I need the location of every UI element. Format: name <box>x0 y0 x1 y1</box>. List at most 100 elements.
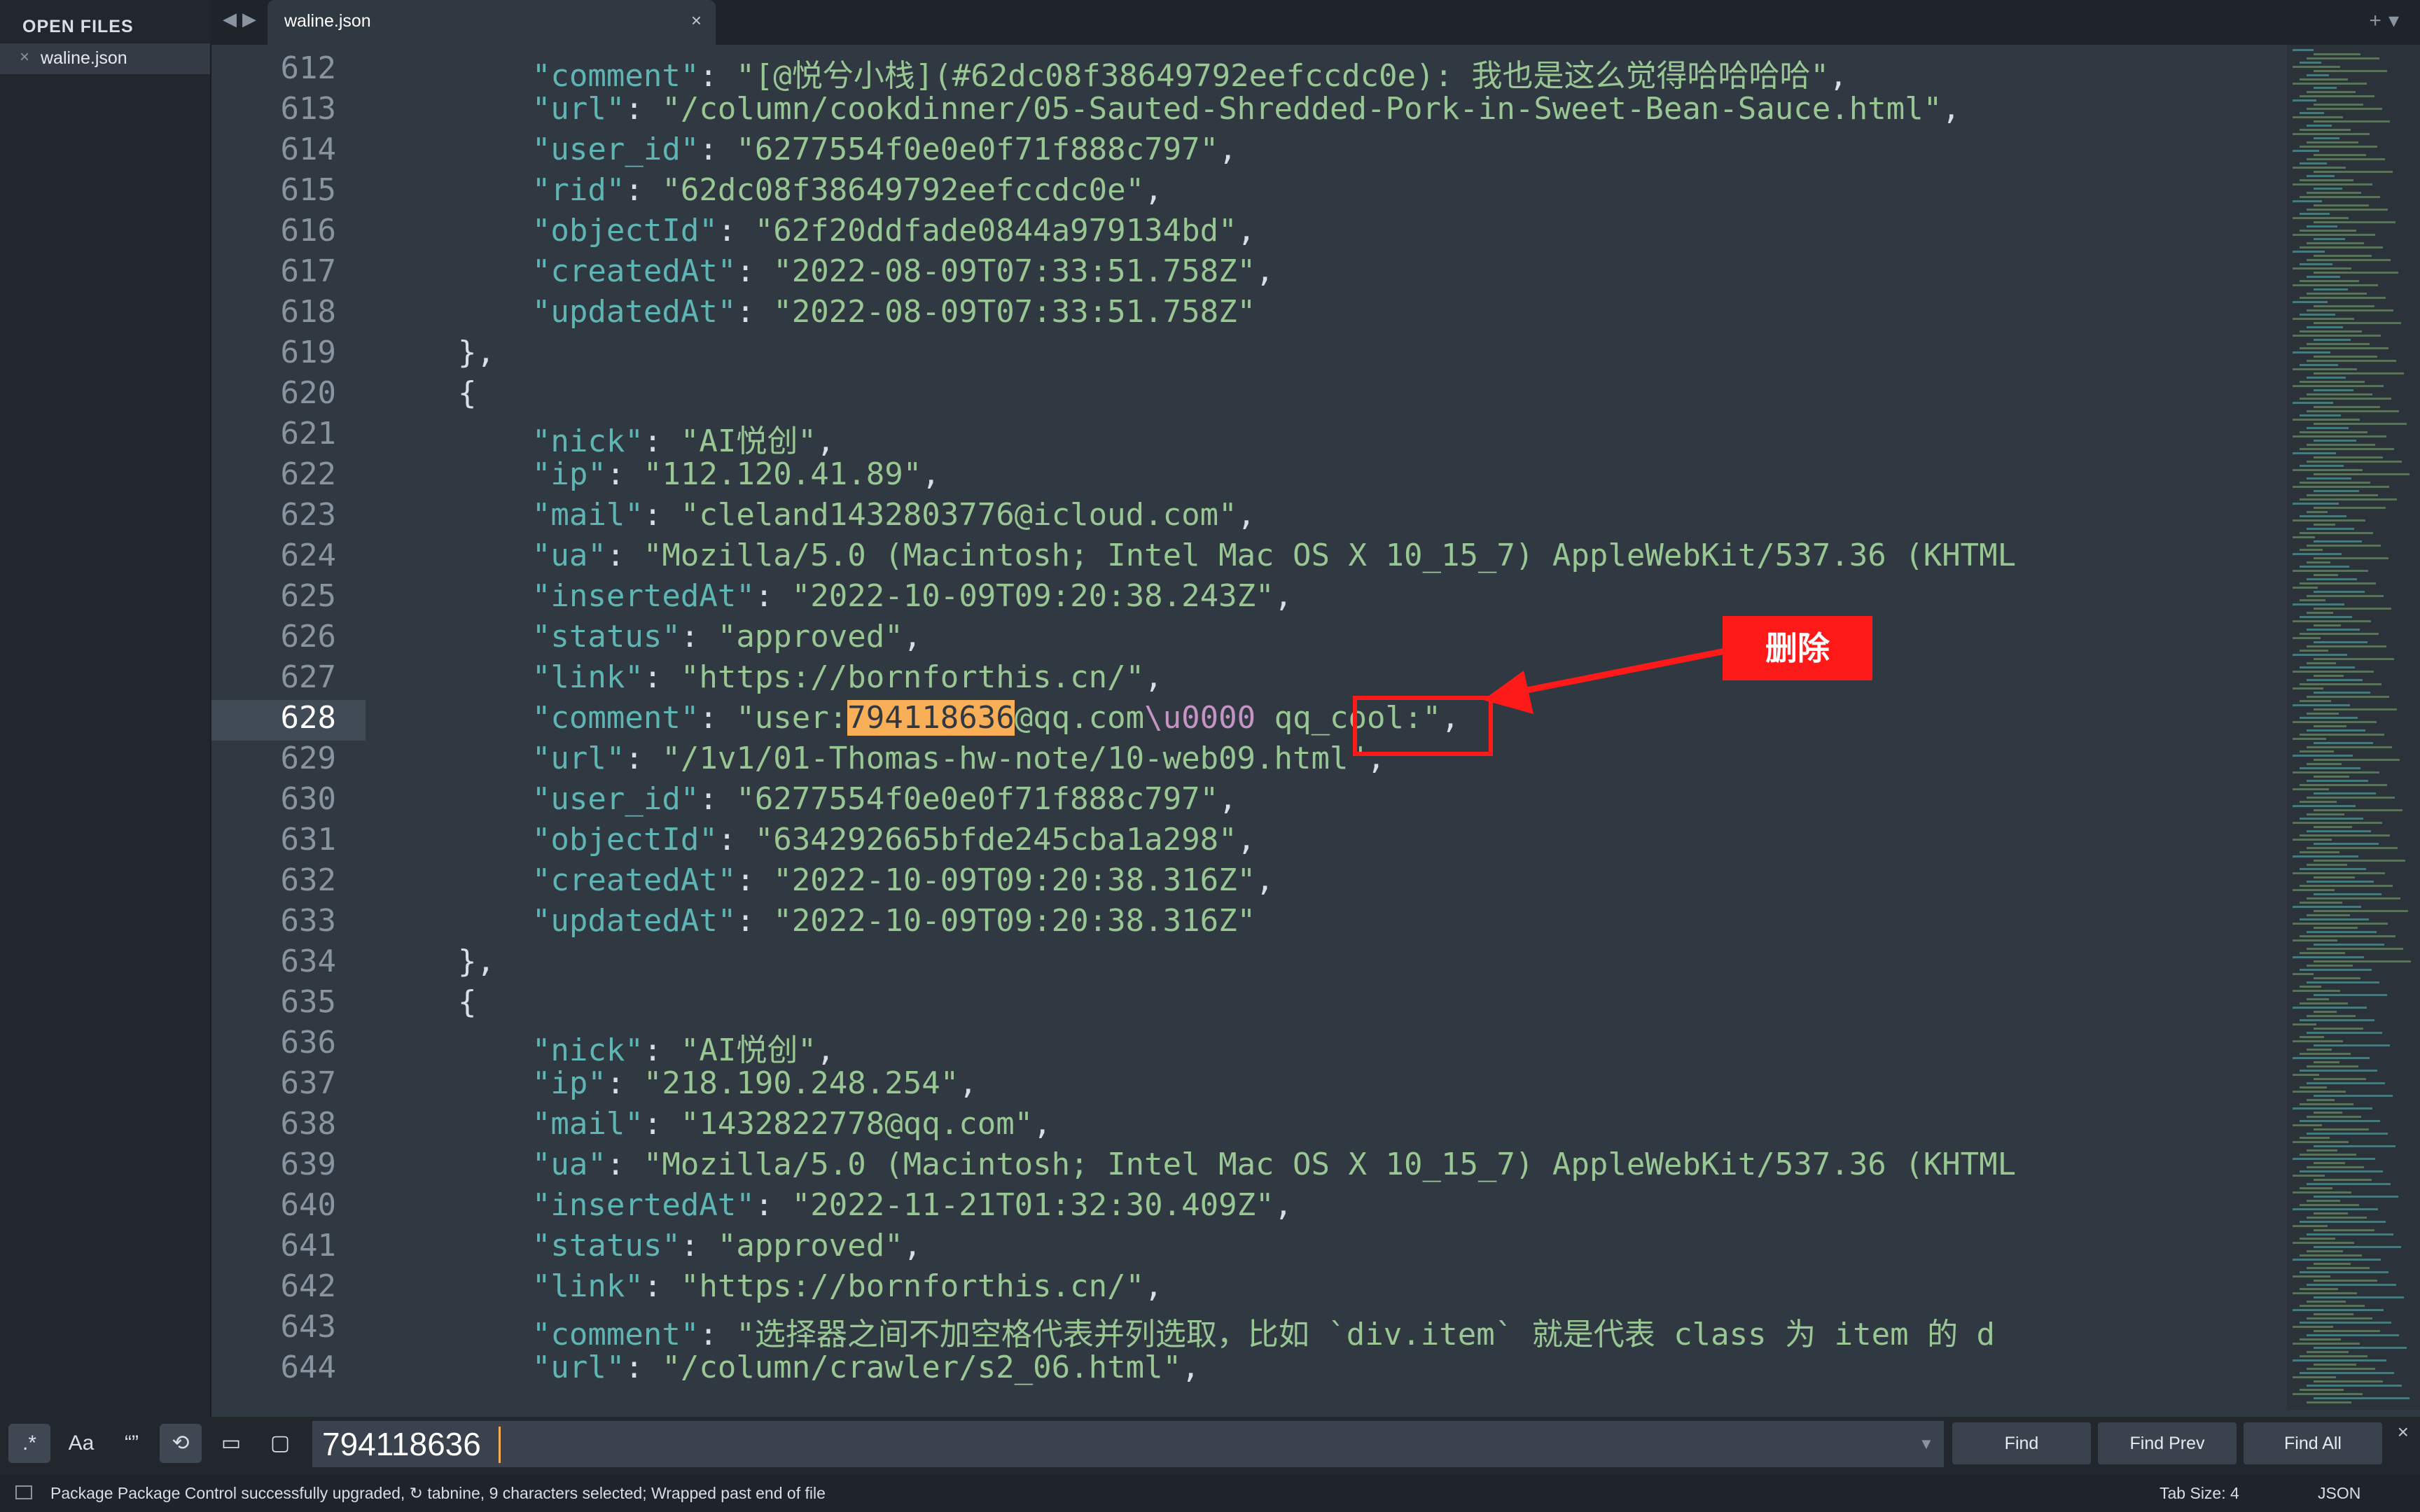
code-line[interactable]: { <box>384 375 477 411</box>
code-line[interactable]: "link": "https://bornforthis.cn/", <box>384 659 1163 695</box>
minimap-line <box>2300 1137 2330 1139</box>
minimap-line <box>2293 435 2386 438</box>
sidebar-toggle-icon[interactable] <box>15 1485 32 1499</box>
code-line[interactable]: "nick": "AI悦创", <box>384 416 835 461</box>
line-number: 638 <box>280 1106 336 1142</box>
minimap-line <box>2300 1254 2362 1256</box>
regex-icon[interactable]: .* <box>8 1424 50 1463</box>
tab-size-indicator[interactable]: Tab Size: 4 <box>2160 1484 2239 1503</box>
code-line[interactable]: "status": "approved", <box>384 1228 922 1264</box>
code-line[interactable]: "createdAt": "2022-10-09T09:20:38.316Z", <box>384 862 1274 898</box>
minimap-line <box>2300 230 2356 232</box>
minimap-line <box>2300 918 2369 920</box>
minimap-line <box>2314 490 2359 492</box>
find-input[interactable] <box>312 1421 1944 1467</box>
line-number: 613 <box>280 91 336 127</box>
code-line[interactable]: "rid": "62dc08f38649792eefccdc0e", <box>384 172 1163 208</box>
minimap-line <box>2307 393 2372 396</box>
minimap-line <box>2314 221 2395 223</box>
whole-word-icon[interactable]: “” <box>111 1424 153 1463</box>
code-line[interactable]: "updatedAt": "2022-08-09T07:33:51.758Z" <box>384 294 1256 330</box>
code-line[interactable]: "ip": "218.190.248.254", <box>384 1065 978 1101</box>
code-line[interactable]: "url": "/column/cookdinner/05-Sauted-Shr… <box>384 91 1961 127</box>
code-line[interactable]: "link": "https://bornforthis.cn/", <box>384 1268 1163 1304</box>
tab-bar: ◀▶ waline.json × +▾ <box>210 0 2420 45</box>
code-line[interactable]: "comment": "[@悦兮小栈](#62dc08f38649792eefc… <box>384 50 1848 95</box>
code-line[interactable]: "ip": "112.120.41.89", <box>384 456 940 492</box>
code-line[interactable]: "ua": "Mozilla/5.0 (Macintosh; Intel Mac… <box>384 538 2016 573</box>
minimap-line <box>2307 713 2339 715</box>
code-line[interactable]: "mail": "cleland1432803776@icloud.com", <box>384 497 1256 533</box>
minimap-line <box>2300 1070 2377 1072</box>
case-sensitive-icon[interactable]: Aa <box>60 1424 102 1463</box>
code-line[interactable]: }, <box>384 335 495 370</box>
minimap-line <box>2300 498 2397 500</box>
code-line[interactable]: "url": "/column/crawler/s2_06.html", <box>384 1350 1200 1385</box>
minimap-line <box>2293 855 2358 858</box>
code-line[interactable]: "ua": "Mozilla/5.0 (Macintosh; Intel Mac… <box>384 1147 2016 1182</box>
tab-controls-icon[interactable]: +▾ <box>2369 8 2406 33</box>
code-line[interactable]: "mail": "1432822778@qq.com", <box>384 1106 1052 1142</box>
tab-nav-arrows-icon[interactable]: ◀▶ <box>223 8 262 30</box>
minimap-line <box>2314 1095 2393 1097</box>
code-editor[interactable]: 612 613 614 615 616 617 618 619 620 621 622 623 624 6… <box>210 45 2290 1417</box>
find-all-button[interactable]: Find All <box>2244 1422 2382 1464</box>
minimap-line <box>2307 965 2353 967</box>
find-close-icon[interactable]: × <box>2398 1421 2409 1443</box>
minimap-line <box>2293 822 2382 824</box>
code-line[interactable]: "objectId": "62f20ddfade0844a979134bd", <box>384 213 1256 248</box>
sidebar-file-waline-json[interactable]: × waline.json <box>0 43 210 74</box>
find-prev-button[interactable]: Find Prev <box>2098 1422 2237 1464</box>
minimap-line <box>2307 1317 2372 1320</box>
find-history-chevron-icon[interactable]: ▼ <box>1919 1435 1934 1453</box>
minimap[interactable] <box>2287 45 2420 1410</box>
find-button[interactable]: Find <box>1952 1422 2091 1464</box>
minimap-line <box>2293 217 2349 219</box>
tab-waline-json[interactable]: waline.json × <box>267 0 716 45</box>
minimap-line <box>2300 448 2394 450</box>
minimap-line <box>2300 734 2384 736</box>
code-line[interactable]: "comment": "选择器之间不加空格代表并列选取，比如 `div.item… <box>384 1309 1995 1354</box>
code-line[interactable]: }, <box>384 944 495 979</box>
minimap-line <box>2300 952 2345 954</box>
minimap-line <box>2307 259 2391 261</box>
minimap-line <box>2300 330 2362 332</box>
code-line[interactable]: "insertedAt": "2022-11-21T01:32:30.409Z"… <box>384 1187 1293 1223</box>
minimap-line <box>2314 759 2400 761</box>
minimap-line <box>2314 1179 2372 1181</box>
minimap-line <box>2300 414 2341 416</box>
minimap-line <box>2293 167 2346 169</box>
minimap-line <box>2307 797 2395 799</box>
minimap-line <box>2307 1200 2340 1202</box>
code-line[interactable]: "nick": "AI悦创", <box>384 1025 835 1070</box>
code-line[interactable]: "status": "approved", <box>384 619 922 654</box>
minimap-line <box>2307 847 2398 849</box>
minimap-line <box>2300 1204 2359 1206</box>
tab-close-icon[interactable]: × <box>691 10 702 31</box>
minimap-line <box>2300 465 2344 467</box>
close-icon[interactable]: × <box>20 48 29 67</box>
code-line[interactable]: "comment": "user:794118636@qq.com\u0000 … <box>384 700 1460 736</box>
minimap-line <box>2314 1044 2390 1046</box>
code-line[interactable]: "updatedAt": "2022-10-09T09:20:38.316Z" <box>384 903 1256 939</box>
in-selection-icon[interactable]: ▭ <box>210 1424 252 1463</box>
minimap-line <box>2300 196 2380 198</box>
minimap-line <box>2293 620 2371 622</box>
code-line[interactable]: "user_id": "6277554f0e0e0f71f888c797", <box>384 132 1237 167</box>
code-line[interactable]: { <box>384 984 477 1020</box>
minimap-line <box>2314 994 2387 996</box>
minimap-line <box>2314 1364 2356 1366</box>
code-line[interactable]: "user_id": "6277554f0e0e0f71f888c797", <box>384 781 1237 817</box>
minimap-line <box>2293 452 2336 454</box>
minimap-line <box>2307 545 2381 547</box>
line-number: 631 <box>280 822 336 858</box>
minimap-line <box>2307 91 2356 93</box>
code-line[interactable]: "objectId": "634292665bfde245cba1a298", <box>384 822 1256 858</box>
code-line[interactable]: "createdAt": "2022-08-09T07:33:51.758Z", <box>384 253 1274 289</box>
minimap-line <box>2300 599 2325 601</box>
highlight-matches-icon[interactable]: ▢ <box>259 1424 301 1463</box>
code-line[interactable]: "url": "/1v1/01-Thomas-hw-note/10-web09.… <box>384 741 1386 776</box>
wrap-icon[interactable]: ⟲ <box>160 1424 202 1463</box>
code-line[interactable]: "insertedAt": "2022-10-09T09:20:38.243Z"… <box>384 578 1293 614</box>
syntax-indicator[interactable]: JSON <box>2318 1484 2360 1503</box>
